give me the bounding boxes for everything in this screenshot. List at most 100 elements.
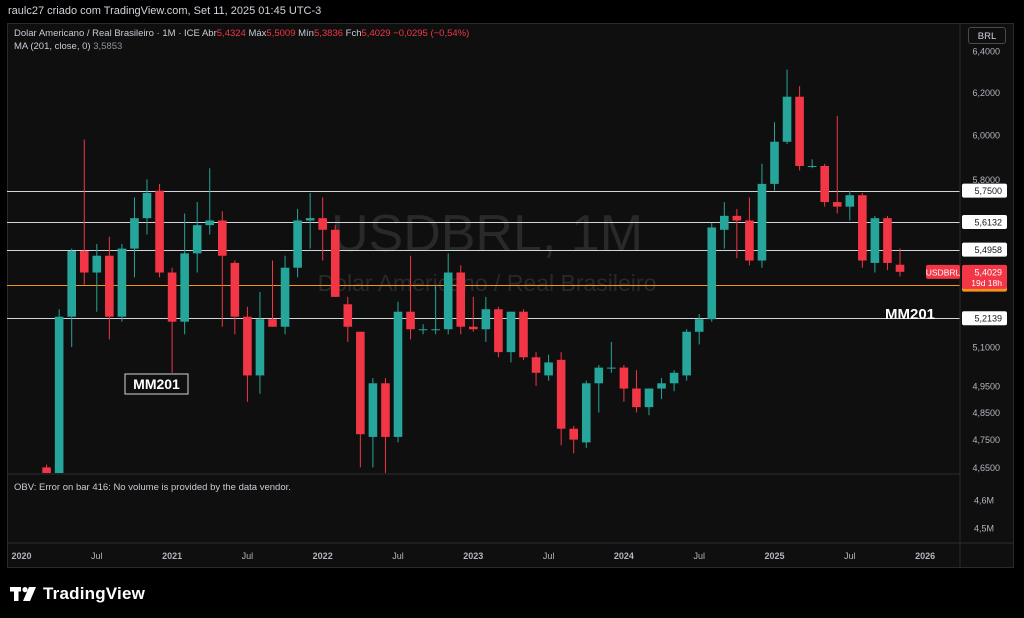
y-tick-label: 6,2000 <box>972 88 1000 98</box>
candle <box>820 163 829 207</box>
candle-body <box>192 225 202 254</box>
candle <box>105 236 114 340</box>
time-axis[interactable]: 2020 Jul 2021 Jul 2022 Jul 2023 Jul 2024 Jul 2025 J… <box>11 551 935 561</box>
legend-low-label: Mín <box>298 28 314 39</box>
candle-body <box>431 329 440 331</box>
y-tick-label: 5,8000 <box>972 175 1000 185</box>
y-tick-label: 4,6500 <box>972 463 1000 473</box>
legend-high-label: Máx <box>248 28 267 39</box>
x-tick-label: 2025 <box>764 551 784 561</box>
candle-body <box>720 215 729 230</box>
volume-tick-label: 4,6M <box>974 496 994 506</box>
candle <box>481 296 491 342</box>
candle <box>858 192 867 268</box>
candle <box>544 354 553 381</box>
candle-body <box>807 165 817 167</box>
candle-body <box>632 388 641 408</box>
candle-body <box>506 311 516 353</box>
candle <box>293 208 302 278</box>
y-tick-label: 6,0000 <box>972 131 1000 141</box>
candle <box>218 211 227 327</box>
mm201-annotation-label: MM201 <box>133 376 180 392</box>
candle-body <box>682 331 691 376</box>
candle <box>67 248 76 348</box>
candle <box>745 197 754 266</box>
legend-change: −0,0295 (−0,54%) <box>393 28 470 39</box>
candle <box>682 329 691 381</box>
candle-body <box>243 316 252 376</box>
candle-body <box>230 262 240 317</box>
candle-body <box>845 195 855 207</box>
candle <box>305 192 315 249</box>
tradingview-brand[interactable]: TradingView <box>10 584 145 604</box>
candle <box>707 222 717 322</box>
volume-tick-label: 4,5M <box>974 524 994 534</box>
candle <box>895 248 905 277</box>
candle <box>720 202 729 249</box>
candle <box>142 179 152 235</box>
y-tick-label: 4,8500 <box>972 408 1000 418</box>
x-tick-label: Jul <box>392 551 404 561</box>
candle-body <box>293 220 302 268</box>
candle-body <box>130 218 139 249</box>
candle <box>356 331 365 468</box>
candle <box>393 301 403 443</box>
currency-button[interactable]: BRL <box>968 27 1006 44</box>
symbol-tag: USDBRL <box>926 267 961 277</box>
candle-body <box>883 218 892 263</box>
candle-body <box>581 383 591 443</box>
x-tick-label: Jul <box>543 551 555 561</box>
y-tick-label: 5,1000 <box>972 343 1000 353</box>
mm201-annotation-text[interactable]: MM201 <box>885 306 935 323</box>
candle-body <box>255 319 265 376</box>
candle-body <box>657 383 666 389</box>
candle <box>619 365 629 402</box>
mm201-annotation-box[interactable]: MM201 <box>124 373 189 395</box>
y-tick-label: 4,9500 <box>972 381 1000 391</box>
candle-body <box>619 367 629 389</box>
candle-body <box>745 220 754 261</box>
legend-instrument: Dolar Americano / Real Brasileiro · 1M ·… <box>14 28 200 39</box>
candle-body <box>782 96 792 142</box>
candle <box>368 378 378 468</box>
candle <box>130 197 139 278</box>
candle-body <box>519 311 528 358</box>
candle <box>581 380 591 448</box>
candle-body <box>607 367 616 369</box>
level-price-label: 5,4958 <box>974 245 1002 255</box>
x-tick-label: 2026 <box>915 551 935 561</box>
candle <box>42 464 51 473</box>
legend[interactable]: Dolar Americano / Real Brasileiro · 1M ·… <box>14 28 469 52</box>
candle-body <box>870 218 880 263</box>
candle <box>92 243 102 312</box>
candle <box>519 309 528 360</box>
candle-body <box>832 202 842 207</box>
candle-body <box>858 195 867 261</box>
candle-body <box>694 319 704 332</box>
candle-body <box>356 331 365 435</box>
x-tick-label: 2022 <box>313 551 333 561</box>
candle <box>418 324 428 335</box>
candle <box>770 122 779 191</box>
x-tick-label: 2021 <box>162 551 182 561</box>
x-tick-label: 2023 <box>463 551 483 561</box>
candle <box>531 352 541 386</box>
candle <box>192 202 202 273</box>
candle-body <box>443 272 453 330</box>
candle-body <box>707 227 717 320</box>
candle <box>230 260 240 335</box>
legend-ma[interactable]: MA (201, close, 0) 3,5853 <box>14 41 469 52</box>
candle-body <box>268 319 277 327</box>
legend-ohlc: Dolar Americano / Real Brasileiro · 1M ·… <box>14 28 469 39</box>
candle <box>318 197 327 261</box>
legend-ma-label: MA (201, close, 0) <box>14 41 91 52</box>
candle-body <box>456 272 466 327</box>
candle <box>594 365 604 413</box>
candle <box>343 296 353 342</box>
obv-error-message: OBV: Error on bar 416: No volume is prov… <box>14 482 291 493</box>
candle <box>205 168 215 235</box>
candle-body <box>544 362 553 376</box>
x-tick-label: Jul <box>844 551 856 561</box>
watermark-name: Dolar Americano / Real Brasileiro <box>318 270 657 296</box>
candle <box>280 255 290 335</box>
